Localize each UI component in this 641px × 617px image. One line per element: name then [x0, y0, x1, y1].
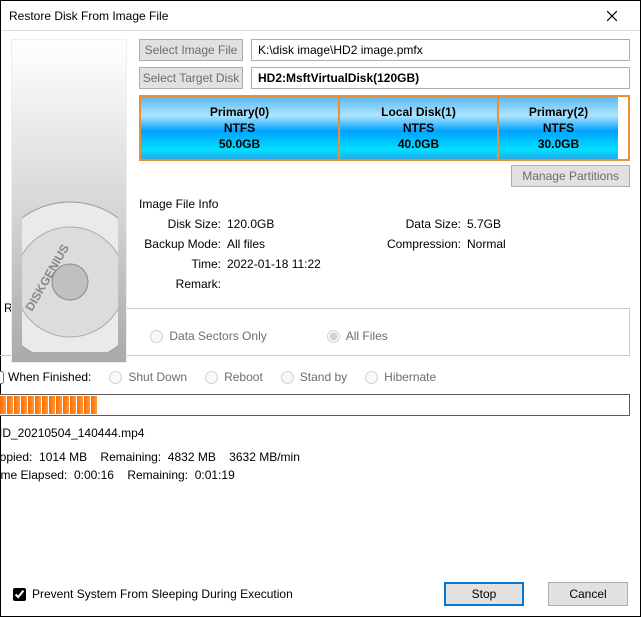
manage-partitions-button[interactable]: Manage Partitions	[511, 165, 630, 187]
restore-all-files[interactable]: All Files	[327, 329, 388, 343]
time-label: Time:	[143, 257, 227, 271]
restore-data-only[interactable]: Data Sectors Only	[150, 329, 266, 343]
time-value: 2022-01-18 11:22	[227, 257, 377, 271]
image-path-field[interactable]: K:\disk image\HD2 image.pmfx	[251, 39, 630, 61]
sidebar-illustration: DISKGENIUS	[11, 39, 127, 363]
opt-hibernate[interactable]: Hibernate	[365, 370, 436, 384]
partition[interactable]: Primary(2)NTFS30.0GB	[499, 97, 618, 159]
progress-stats: Copied: 1014 MB Remaining: 4832 MB 3632 …	[0, 448, 630, 484]
backup-mode-label: Backup Mode:	[143, 237, 227, 251]
progress-bar	[0, 394, 630, 416]
opt-shutdown[interactable]: Shut Down	[109, 370, 187, 384]
when-finished-row: When Finished: Shut Down Reboot Stand by…	[0, 370, 630, 384]
data-size-label: Data Size:	[377, 217, 467, 231]
data-size-value: 5.7GB	[467, 217, 587, 231]
partition[interactable]: Primary(0)NTFS50.0GB	[141, 97, 340, 159]
compression-label: Compression:	[377, 237, 467, 251]
backup-mode-value: All files	[227, 237, 377, 251]
prevent-sleep-checkbox[interactable]	[13, 588, 26, 601]
current-file: VID_20210504_140444.mp4	[0, 426, 630, 440]
cancel-button[interactable]: Cancel	[548, 582, 628, 606]
stop-button[interactable]: Stop	[444, 582, 524, 606]
when-finished-label: When Finished:	[8, 370, 91, 384]
titlebar: Restore Disk From Image File	[1, 1, 640, 31]
image-info-grid: Disk Size: 120.0GB Data Size: 5.7GB Back…	[143, 217, 630, 291]
disk-size-label: Disk Size:	[143, 217, 227, 231]
close-icon	[607, 11, 617, 21]
select-target-button[interactable]: Select Target Disk	[139, 67, 243, 89]
disk-size-value: 120.0GB	[227, 217, 377, 231]
prevent-sleep-row: Prevent System From Sleeping During Exec…	[13, 587, 444, 601]
select-image-button[interactable]: Select Image File	[139, 39, 243, 61]
target-disk-field[interactable]: HD2:MsftVirtualDisk(120GB)	[251, 67, 630, 89]
partition-bar: Primary(0)NTFS50.0GBLocal Disk(1)NTFS40.…	[139, 95, 630, 161]
opt-standby[interactable]: Stand by	[281, 370, 347, 384]
image-info-title: Image File Info	[139, 197, 630, 211]
remark-label: Remark:	[143, 277, 227, 291]
compression-value: Normal	[467, 237, 587, 251]
window-title: Restore Disk From Image File	[9, 9, 592, 23]
remark-value	[227, 277, 377, 291]
when-finished-checkbox[interactable]	[0, 371, 4, 384]
partition[interactable]: Local Disk(1)NTFS40.0GB	[340, 97, 499, 159]
prevent-sleep-label: Prevent System From Sleeping During Exec…	[32, 587, 293, 601]
opt-reboot[interactable]: Reboot	[205, 370, 263, 384]
close-button[interactable]	[592, 2, 632, 30]
